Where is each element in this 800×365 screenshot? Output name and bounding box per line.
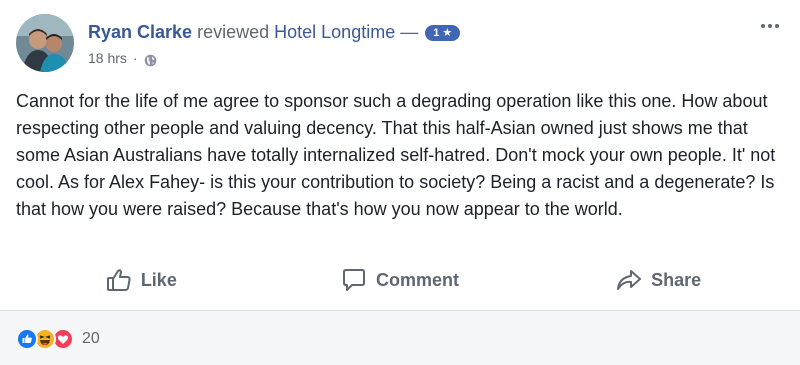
reactions-footer: 20 <box>0 310 800 365</box>
post-body-text: Cannot for the life of me agree to spons… <box>16 91 776 219</box>
reaction-count: 20 <box>82 330 100 347</box>
post-header: Ryan Clarke reviewed Hotel Longtime — 1 … <box>16 14 784 76</box>
more-options-icon[interactable] <box>756 18 784 34</box>
share-label: Share <box>651 269 702 290</box>
meta-separator: · <box>132 50 138 66</box>
rating-badge: 1 ★ <box>425 25 461 41</box>
like-label: Like <box>140 269 177 290</box>
post-meta: 18 hrs · <box>88 48 460 68</box>
comment-label: Comment <box>376 269 460 290</box>
post-header-text: Ryan Clarke reviewed Hotel Longtime — 1 … <box>88 20 461 68</box>
comment-icon <box>341 267 367 293</box>
title-dash: — <box>400 22 419 42</box>
post-timestamp-link[interactable]: 18 hrs <box>88 48 127 68</box>
page-name-link[interactable]: Hotel Longtime <box>274 22 395 42</box>
globe-icon[interactable] <box>144 52 157 66</box>
reactions-summary[interactable]: 20 <box>16 328 100 350</box>
share-button[interactable]: Share <box>529 258 788 302</box>
avatar[interactable] <box>16 14 74 72</box>
post-title-line: Ryan Clarke reviewed Hotel Longtime — 1 … <box>88 20 461 44</box>
thumbs-up-icon <box>106 267 132 293</box>
author-name-link[interactable]: Ryan Clarke <box>88 22 192 42</box>
review-verb: reviewed <box>197 22 270 42</box>
post-action-bar: Like Comment Share <box>12 258 788 302</box>
share-icon <box>616 267 642 293</box>
like-reaction-icon <box>16 328 38 350</box>
comment-button[interactable]: Comment <box>271 258 530 302</box>
review-post-card: Ryan Clarke reviewed Hotel Longtime — 1 … <box>0 0 800 365</box>
like-button[interactable]: Like <box>12 258 271 302</box>
